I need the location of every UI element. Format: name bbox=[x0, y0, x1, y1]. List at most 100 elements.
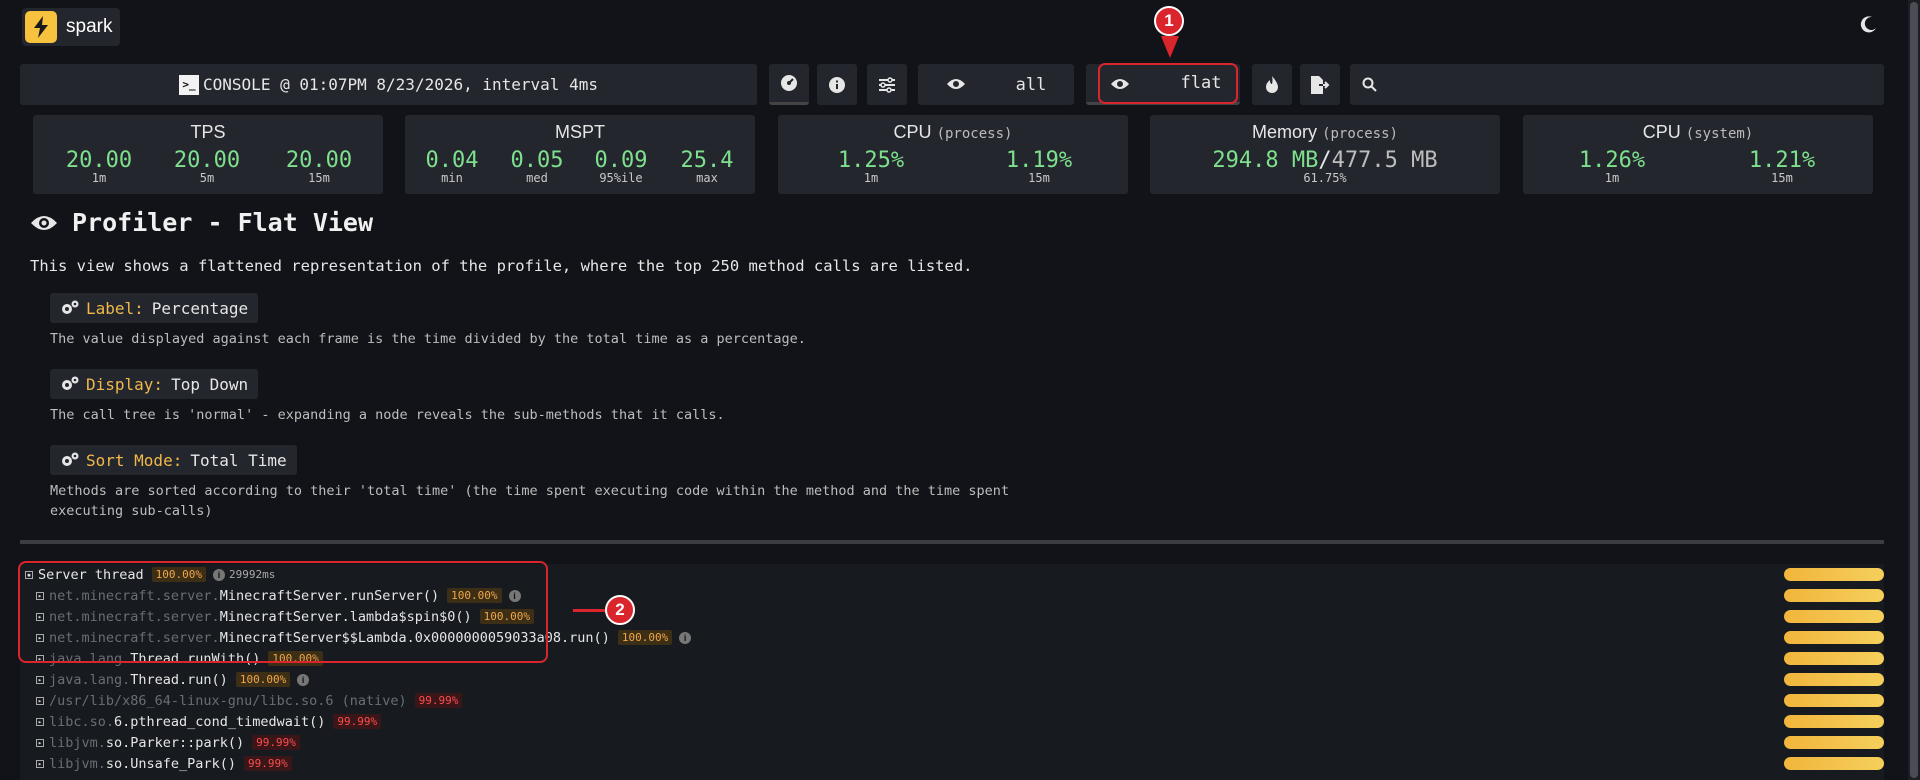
cpu-process-15m-value: 1.19% bbox=[1005, 148, 1073, 173]
setting-sort-key: Sort Mode: bbox=[86, 450, 183, 470]
gears-icon bbox=[62, 376, 79, 390]
frame-method: Thread.run() bbox=[130, 671, 228, 688]
frame-method: so.Unsafe_Park() bbox=[105, 755, 236, 772]
percentage-bar bbox=[1784, 757, 1884, 770]
mspt-max-label: max bbox=[696, 171, 718, 185]
thread-filter-label: all bbox=[1015, 74, 1047, 95]
mspt-med-label: med bbox=[526, 171, 548, 185]
file-export-icon bbox=[1311, 75, 1330, 94]
setting-label-chip[interactable]: Label: Percentage bbox=[50, 293, 259, 323]
expand-toggle-icon[interactable]: ▸ bbox=[36, 675, 44, 684]
flame-graph-button[interactable] bbox=[1252, 64, 1292, 105]
stat-memory: Memory (process) 294.8 MB/477.5 MB 61.75… bbox=[1150, 115, 1500, 194]
setting-sort-note: Methods are sorted according to their 't… bbox=[50, 483, 1010, 519]
callout-pointer-1 bbox=[1161, 36, 1179, 58]
view-description: This view shows a flattened representati… bbox=[30, 257, 973, 275]
lightning-icon bbox=[25, 11, 57, 43]
percentage-bar bbox=[1784, 736, 1884, 749]
logo[interactable]: spark bbox=[22, 8, 121, 46]
export-button[interactable] bbox=[1300, 64, 1340, 105]
percentage-badge: 100.00% bbox=[617, 630, 673, 645]
setting-display-value: Top Down bbox=[171, 374, 249, 394]
setting-label-note: The value displayed against each frame i… bbox=[50, 331, 806, 347]
top-bar: spark bbox=[0, 0, 1908, 54]
cpu-system-15m-value: 1.21% bbox=[1748, 148, 1816, 173]
gears-icon bbox=[62, 452, 79, 466]
stat-mspt: MSPT 0.04 min 0.05 med 0.09 95%ile 25.4 max bbox=[405, 115, 755, 194]
tree-row[interactable]: ▸ libjvm. so.Parker::park() 99.99% bbox=[20, 732, 1884, 753]
info-icon bbox=[829, 76, 845, 93]
cpu-system-1m-value: 1.26% bbox=[1578, 148, 1646, 173]
frame-method: so.Parker::park() bbox=[105, 734, 245, 751]
stat-memory-title: Memory bbox=[1252, 122, 1318, 142]
frame-package: libjvm. bbox=[49, 734, 106, 751]
stat-cpu-process-sub: (process) bbox=[936, 126, 1013, 142]
expand-toggle-icon[interactable]: ▸ bbox=[36, 738, 44, 747]
stat-cpu-system-title: CPU bbox=[1642, 122, 1681, 142]
page-scrollbar[interactable] bbox=[1908, 0, 1920, 780]
terminal-icon: >_ bbox=[179, 74, 200, 95]
stat-cpu-process: CPU (process) 1.25% 1m 1.19% 15m bbox=[778, 115, 1128, 194]
console-info: >_ CONSOLE @ 01:07PM 8/23/2026, interval… bbox=[20, 64, 757, 105]
tree-row[interactable]: ▸ java.lang. Thread.run() 100.00% i bbox=[20, 669, 1884, 690]
eye-icon bbox=[947, 79, 965, 89]
console-text: CONSOLE @ 01:07PM 8/23/2026, interval 4m… bbox=[203, 75, 598, 94]
page-title-text: Profiler - Flat View bbox=[72, 208, 374, 237]
memory-percent: 61.75% bbox=[1303, 171, 1347, 185]
mspt-min-label: min bbox=[441, 171, 463, 185]
frame-package: libc.so. bbox=[49, 713, 115, 730]
info-icon[interactable]: i bbox=[679, 631, 692, 644]
stat-mspt-title: MSPT bbox=[554, 122, 605, 142]
expand-toggle-icon[interactable]: ▸ bbox=[36, 759, 44, 768]
tree-row[interactable]: ▸ libjvm. so.Unsafe_Park() 99.99% bbox=[20, 753, 1884, 774]
frame-package: java.lang. bbox=[49, 671, 131, 688]
stat-tps: TPS 20.00 1m 20.00 5m 20.00 15m bbox=[33, 115, 383, 194]
gears-icon bbox=[62, 300, 79, 314]
search-input[interactable] bbox=[1350, 64, 1884, 105]
setting-label-value: Percentage bbox=[151, 298, 249, 318]
controls-bar: >_ CONSOLE @ 01:07PM 8/23/2026, interval… bbox=[20, 63, 1884, 105]
stat-cpu-process-title: CPU bbox=[893, 122, 932, 142]
section-divider bbox=[20, 540, 1884, 544]
page-title: Profiler - Flat View bbox=[30, 208, 373, 237]
percentage-badge: 99.99% bbox=[252, 735, 300, 750]
thread-filter-button[interactable]: all bbox=[918, 64, 1074, 105]
info-icon[interactable]: i bbox=[297, 673, 310, 686]
tps-15m-label: 15m bbox=[308, 171, 330, 185]
setting-sort-value: Total Time bbox=[190, 450, 287, 470]
percentage-bar bbox=[1784, 652, 1884, 665]
percentage-badge: 99.99% bbox=[333, 714, 382, 729]
percentage-badge: 99.99% bbox=[414, 693, 463, 708]
dashboard-button[interactable] bbox=[769, 64, 809, 105]
setting-sort-chip[interactable]: Sort Mode: Total Time bbox=[50, 445, 297, 475]
percentage-bar bbox=[1784, 715, 1884, 728]
percentage-bar bbox=[1784, 610, 1884, 623]
eye-icon bbox=[31, 215, 57, 230]
expand-toggle-icon[interactable]: ▸ bbox=[36, 696, 44, 705]
frame-method: 6.pthread_cond_timedwait() bbox=[114, 713, 326, 730]
stat-cpu-system-sub: (system) bbox=[1685, 126, 1754, 142]
tps-1m-label: 1m bbox=[91, 171, 107, 185]
tps-1m-value: 20.00 bbox=[65, 148, 133, 173]
setting-label-key: Label: bbox=[86, 298, 144, 318]
stat-memory-sub: (process) bbox=[1322, 126, 1398, 142]
percentage-bar bbox=[1784, 631, 1884, 644]
theme-toggle-moon-icon[interactable] bbox=[1860, 15, 1878, 37]
memory-total: 477.5 MB bbox=[1331, 148, 1438, 173]
app-name: spark bbox=[66, 16, 113, 37]
mspt-95-value: 0.09 bbox=[594, 148, 648, 173]
percentage-bar bbox=[1784, 568, 1884, 581]
memory-separator: / bbox=[1318, 148, 1332, 173]
tree-row[interactable]: ▸ /usr/lib/x86_64-linux-gnu/libc.so.6 (na… bbox=[20, 690, 1884, 711]
setting-display-chip[interactable]: Display: Top Down bbox=[50, 369, 259, 399]
view-mode-flat-button[interactable]: flat bbox=[1086, 63, 1240, 105]
settings-button[interactable] bbox=[867, 64, 907, 105]
frame-package: libjvm. bbox=[49, 755, 106, 772]
tps-5m-value: 20.00 bbox=[173, 148, 241, 173]
info-button[interactable] bbox=[817, 64, 857, 105]
search-icon bbox=[1362, 77, 1377, 92]
setting-display-note: The call tree is 'normal' - expanding a … bbox=[50, 407, 725, 423]
tree-row[interactable]: ▸ libc.so. 6.pthread_cond_timedwait() 99.99… bbox=[20, 711, 1884, 732]
expand-toggle-icon[interactable]: ▸ bbox=[36, 717, 44, 726]
flame-icon bbox=[1266, 75, 1278, 93]
